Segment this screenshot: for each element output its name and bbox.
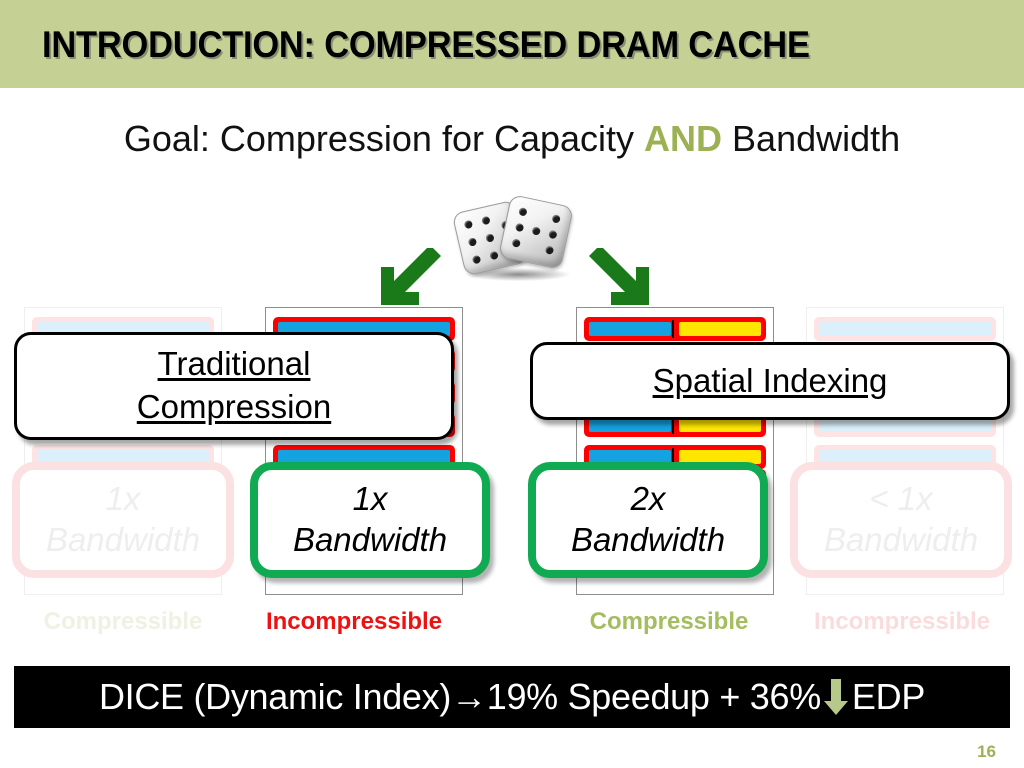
- callout-spatial-indexing[interactable]: Spatial Indexing: [530, 342, 1010, 420]
- callout-line-1: Spatial Indexing: [652, 361, 888, 399]
- bandwidth-unit: Bandwidth: [823, 521, 979, 558]
- slide-title-bar: INTRODUCTION: COMPRESSED DRAM CACHE: [0, 0, 1024, 88]
- callout-traditional-compression[interactable]: Traditional Compression: [14, 332, 454, 440]
- column-label-4: Incompressible: [813, 608, 991, 635]
- die-right: [498, 194, 574, 270]
- slide-subtitle: Goal: Compression for Capacity AND Bandw…: [0, 118, 1024, 160]
- bandwidth-callout-ghost-1: 1x Bandwidth: [12, 462, 234, 578]
- bandwidth-unit: Bandwidth: [570, 521, 726, 558]
- memory-bar: [584, 317, 766, 341]
- bandwidth-unit: Bandwidth: [45, 521, 201, 558]
- bandwidth-unit: Bandwidth: [292, 521, 448, 558]
- arrow-right-icon: →: [451, 676, 487, 717]
- subtitle-part-after: Bandwidth: [722, 118, 901, 159]
- bandwidth-callout-2x[interactable]: 2x Bandwidth: [528, 462, 768, 578]
- slide-root: INTRODUCTION: COMPRESSED DRAM CACHE Goal…: [0, 0, 1024, 768]
- column-label-1: Compressible: [43, 608, 203, 635]
- footer-text: DICE (Dynamic Index) → 19% Speedup + 36%…: [14, 666, 1010, 728]
- column-label-3: Compressible: [589, 608, 749, 635]
- arrow-down-right-icon: [585, 245, 655, 306]
- footer-text-before: DICE (Dynamic Index): [98, 676, 452, 717]
- footer-text-middle: 19% Speedup + 36%: [486, 676, 821, 717]
- bandwidth-value: < 1x: [869, 480, 933, 518]
- page-title: INTRODUCTION: COMPRESSED DRAM CACHE: [42, 24, 810, 65]
- bandwidth-value: 1x: [105, 480, 141, 518]
- bandwidth-value: 2x: [630, 480, 666, 518]
- arrow-down-left-icon: [375, 245, 445, 306]
- callout-line-1: Traditional: [157, 345, 311, 383]
- column-label-2: Incompressible: [265, 608, 443, 635]
- bandwidth-value: 1x: [352, 480, 388, 518]
- arrow-down-icon: [822, 677, 850, 717]
- page-number: 16: [977, 742, 996, 761]
- callout-line-2: Compression: [136, 388, 332, 425]
- subtitle-highlight-and: AND: [644, 118, 723, 159]
- subtitle-part-before: Goal: Compression for Capacity: [123, 118, 645, 159]
- memory-bar: [814, 317, 996, 341]
- bandwidth-callout-ghost-4: < 1x Bandwidth: [790, 462, 1012, 578]
- footer-text-after: EDP: [851, 676, 926, 717]
- footer-bar: DICE (Dynamic Index) → 19% Speedup + 36%…: [14, 666, 1010, 728]
- two-dice-icon: [451, 192, 582, 282]
- bandwidth-callout-1x[interactable]: 1x Bandwidth: [250, 462, 490, 578]
